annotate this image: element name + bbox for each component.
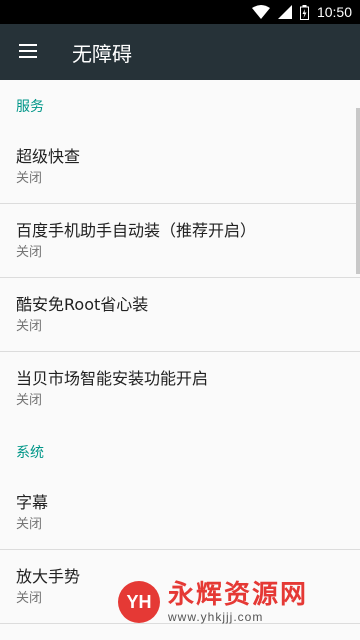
watermark-text: 永辉资源网	[168, 580, 309, 610]
status-bar: 10:50	[0, 0, 360, 24]
item-title: 超级快查	[16, 147, 81, 166]
battery-icon	[299, 4, 309, 20]
watermark-text-block: 永辉资源网 www.yhkjjj.com	[168, 580, 308, 624]
menu-icon	[19, 43, 37, 62]
section-header-system: 系统	[16, 445, 44, 461]
list-item-captions[interactable]: 字幕 关闭	[0, 476, 360, 550]
item-title: 酷安免Root省心装	[16, 295, 149, 314]
signal-icon	[277, 5, 292, 19]
page-title: 无障碍	[72, 41, 132, 66]
menu-button[interactable]	[0, 24, 56, 80]
item-title: 当贝市场智能安装功能开启	[16, 369, 209, 388]
scrollbar[interactable]	[356, 108, 360, 274]
app-bar: 无障碍	[0, 24, 360, 80]
list-item-coolapk-install[interactable]: 酷安免Root省心装 关闭	[0, 278, 360, 352]
settings-list[interactable]: 服务 超级快查 关闭 百度手机助手自动装（推荐开启） 关闭 酷安免Root省心装…	[0, 80, 360, 640]
section-header-services: 服务	[16, 99, 44, 115]
status-time: 10:50	[316, 4, 352, 20]
item-title: 百度手机助手自动装（推荐开启）	[16, 221, 257, 240]
item-summary: 关闭	[16, 517, 43, 532]
item-summary: 关闭	[16, 393, 43, 408]
watermark-logo: YH	[118, 581, 160, 623]
watermark-url: www.yhkjjj.com	[168, 610, 264, 624]
item-summary: 关闭	[16, 245, 43, 260]
item-summary: 关闭	[16, 171, 43, 186]
item-summary: 关闭	[16, 319, 43, 334]
watermark: YH 永辉资源网 www.yhkjjj.com	[118, 580, 308, 624]
list-item-baidu-assistant[interactable]: 百度手机助手自动装（推荐开启） 关闭	[0, 204, 360, 278]
item-title: 字幕	[16, 493, 49, 512]
list-item-super-quick-search[interactable]: 超级快查 关闭	[0, 130, 360, 204]
list-item-dangbei-install[interactable]: 当贝市场智能安装功能开启 关闭	[0, 352, 360, 426]
wifi-icon	[251, 5, 270, 19]
